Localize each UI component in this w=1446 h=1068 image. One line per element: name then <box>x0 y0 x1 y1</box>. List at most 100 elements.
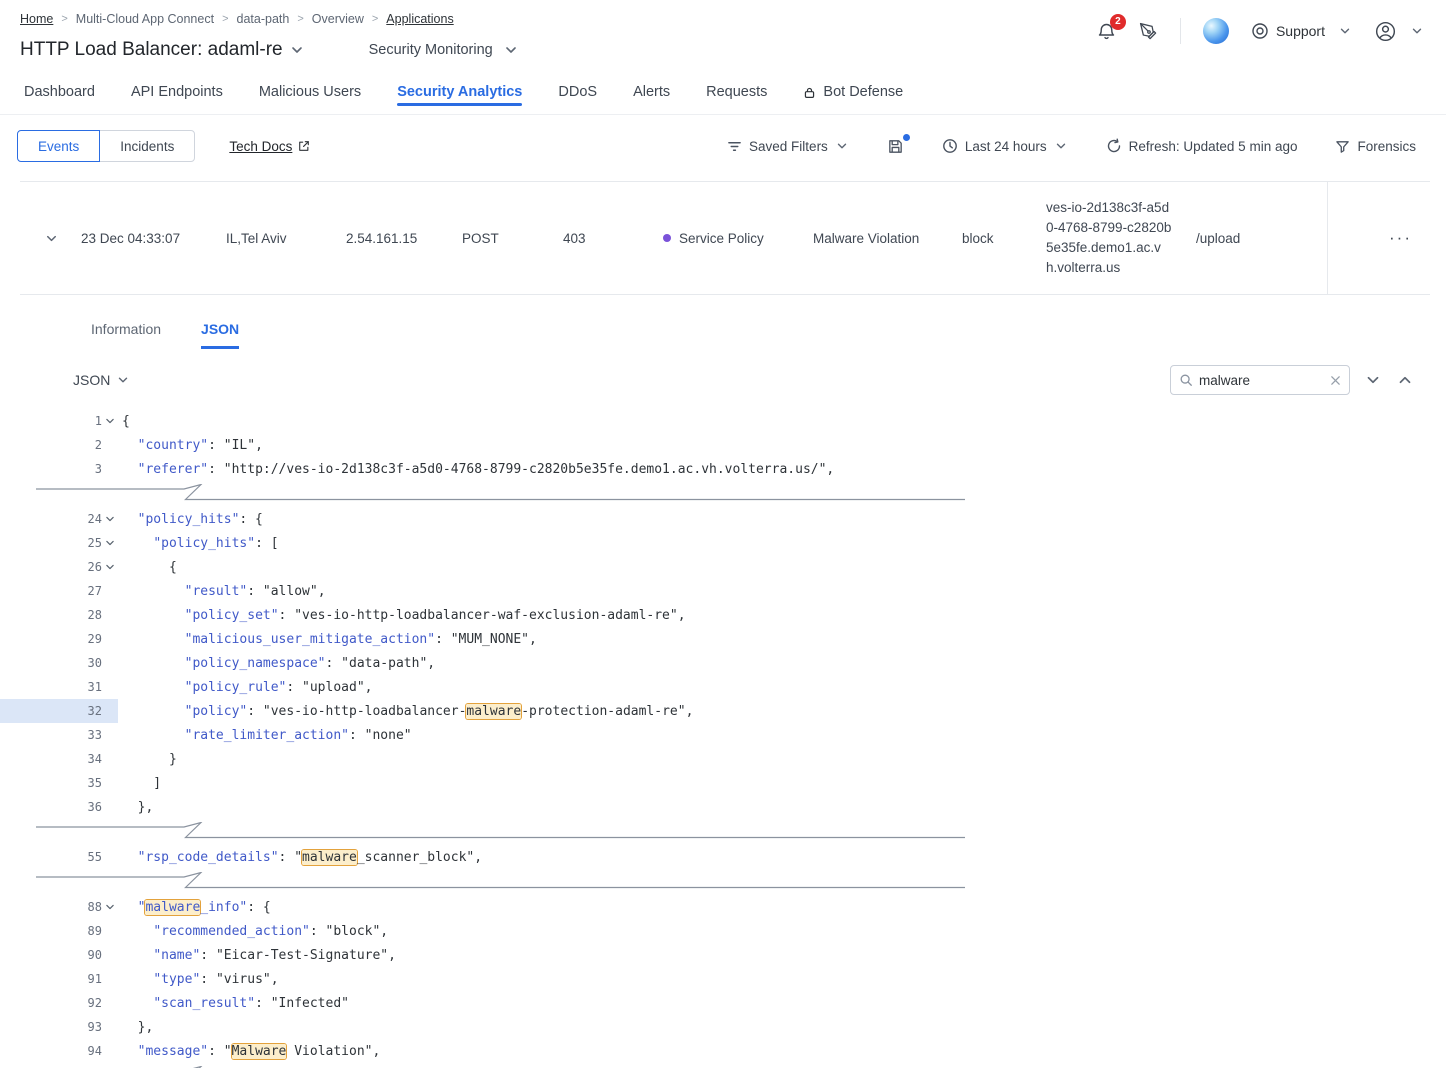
code-text: "policy_hits": [ <box>118 536 279 551</box>
line-number: 1 <box>0 409 118 433</box>
saved-filters-label: Saved Filters <box>749 139 828 154</box>
line-number: 34 <box>0 747 118 771</box>
code-text: "recommended_action": "block", <box>118 924 388 939</box>
line-number: 32 <box>0 699 118 723</box>
code-text: { <box>118 560 177 575</box>
tab-alerts[interactable]: Alerts <box>633 84 670 114</box>
json-code-editor: 1{2 "country": "IL",3 "referer": "http:/… <box>0 409 1446 1068</box>
fold-toggle-icon[interactable] <box>102 902 118 912</box>
chevron-down-icon <box>1410 24 1424 38</box>
json-view-dropdown[interactable]: JSON <box>73 372 130 388</box>
tab-information[interactable]: Information <box>91 321 161 349</box>
breadcrumb-item[interactable]: Multi-Cloud App Connect <box>76 12 214 26</box>
tab-api-endpoints[interactable]: API Endpoints <box>131 84 223 114</box>
code-text: "policy": "ves-io-http-loadbalancer-malw… <box>118 704 693 719</box>
line-number: 93 <box>0 1015 118 1039</box>
fold-toggle-icon[interactable] <box>102 416 118 426</box>
line-number: 36 <box>0 795 118 819</box>
breadcrumb-item[interactable]: data-path <box>237 12 290 26</box>
tab-label: Requests <box>706 84 767 100</box>
chevron-down-icon <box>1054 139 1068 153</box>
event-response-code: 403 <box>563 231 663 246</box>
lock-icon <box>803 86 816 99</box>
chevron-down-icon <box>835 139 849 153</box>
support-menu[interactable]: Support <box>1251 22 1352 40</box>
search-match-highlight: malware <box>145 900 200 915</box>
forensics-button[interactable]: Forensics <box>1335 139 1416 154</box>
events-incidents-toggle: Events Incidents <box>17 130 195 162</box>
detail-tabs: Information JSON <box>91 321 1446 349</box>
tab-malicious-users[interactable]: Malicious Users <box>259 84 361 114</box>
collapsed-lines-separator[interactable] <box>36 822 1446 839</box>
code-text: "policy_rule": "upload", <box>118 680 372 695</box>
fold-toggle-icon[interactable] <box>102 538 118 548</box>
line-number: 28 <box>0 603 118 627</box>
code-line-94: 94 "message": "Malware Violation", <box>0 1039 1446 1063</box>
code-line-91: 91 "type": "virus", <box>0 967 1446 991</box>
collapsed-lines-separator[interactable] <box>36 484 1446 501</box>
breadcrumb-separator: > <box>297 13 303 25</box>
code-line-28: 28 "policy_set": "ves-io-http-loadbalanc… <box>0 603 1446 627</box>
tab-json[interactable]: JSON <box>201 321 239 349</box>
event-host: ves-io-2d138c3f-a5d0-4768-8799-c2820b5e3… <box>1046 198 1196 279</box>
saved-filters-dropdown[interactable]: Saved Filters <box>727 139 849 154</box>
next-match-chevron-down-icon[interactable] <box>1364 371 1382 389</box>
pen-tool-icon[interactable] <box>1139 22 1158 41</box>
tab-security-analytics[interactable]: Security Analytics <box>397 84 522 114</box>
json-controls: JSON <box>73 365 1414 395</box>
events-button[interactable]: Events <box>17 130 100 162</box>
security-monitoring-label: Security Monitoring <box>369 42 493 58</box>
code-line-34: 34 } <box>0 747 1446 771</box>
fold-toggle-icon[interactable] <box>102 514 118 524</box>
ai-assistant-orb-icon[interactable] <box>1203 18 1229 44</box>
search-input[interactable] <box>1199 373 1324 388</box>
code-text: "referer": "http://ves-io-2d138c3f-a5d0-… <box>118 462 834 477</box>
toolbar-right: Saved Filters Last 24 hours Refresh: Upd… <box>727 138 1416 155</box>
unsaved-indicator-dot <box>903 134 910 141</box>
breadcrumb-separator: > <box>372 13 378 25</box>
tech-docs-link[interactable]: Tech Docs <box>229 139 310 154</box>
event-method: POST <box>462 231 563 246</box>
tab-label: Malicious Users <box>259 84 361 100</box>
breadcrumb-item[interactable]: Applications <box>386 12 453 26</box>
page-title-chevron-icon[interactable] <box>289 42 305 58</box>
top-bar: Home>Multi-Cloud App Connect>data-path>O… <box>0 0 1446 66</box>
tab-dashboard[interactable]: Dashboard <box>24 84 95 114</box>
tab-ddos[interactable]: DDoS <box>558 84 597 114</box>
event-path: /upload <box>1196 231 1327 246</box>
breadcrumb-item[interactable]: Overview <box>312 12 364 26</box>
time-range-label: Last 24 hours <box>965 139 1047 154</box>
clear-search-icon[interactable] <box>1330 375 1341 386</box>
row-expander-chevron-icon[interactable] <box>20 231 81 246</box>
collapsed-lines-separator[interactable] <box>36 872 1446 889</box>
code-line-92: 92 "scan_result": "Infected" <box>0 991 1446 1015</box>
code-text: ] <box>118 776 161 791</box>
vertical-divider <box>1180 18 1181 44</box>
incidents-button[interactable]: Incidents <box>99 130 195 162</box>
security-monitoring-select[interactable]: Security Monitoring <box>369 42 519 58</box>
breadcrumb-item[interactable]: Home <box>20 12 53 26</box>
code-line-3: 3 "referer": "http://ves-io-2d138c3f-a5d… <box>0 457 1446 481</box>
prev-match-chevron-up-icon[interactable] <box>1396 371 1414 389</box>
time-range-dropdown[interactable]: Last 24 hours <box>942 138 1068 154</box>
refresh-label: Refresh: Updated 5 min ago <box>1129 139 1298 154</box>
refresh-button[interactable]: Refresh: Updated 5 min ago <box>1106 138 1298 154</box>
code-text: "name": "Eicar-Test-Signature", <box>118 948 396 963</box>
line-number: 91 <box>0 967 118 991</box>
line-number: 2 <box>0 433 118 457</box>
account-menu[interactable] <box>1374 20 1424 43</box>
search-icon <box>1179 373 1193 387</box>
code-text: }, <box>118 800 153 815</box>
code-text: "result": "allow", <box>118 584 326 599</box>
event-table-row[interactable]: 23 Dec 04:33:07 IL,Tel Aviv 2.54.161.15 … <box>20 181 1430 295</box>
tab-bot-defense[interactable]: Bot Defense <box>803 84 903 114</box>
line-number: 88 <box>0 895 118 919</box>
tab-requests[interactable]: Requests <box>706 84 767 114</box>
save-filter-button[interactable] <box>887 138 904 155</box>
row-menu-button[interactable]: ··· <box>1327 182 1430 294</box>
search-area <box>1170 365 1414 395</box>
title-row: HTTP Load Balancer: adaml-re Security Mo… <box>20 34 1422 66</box>
tab-label: DDoS <box>558 84 597 100</box>
notifications-bell-icon[interactable]: 2 <box>1096 21 1117 42</box>
fold-toggle-icon[interactable] <box>102 562 118 572</box>
